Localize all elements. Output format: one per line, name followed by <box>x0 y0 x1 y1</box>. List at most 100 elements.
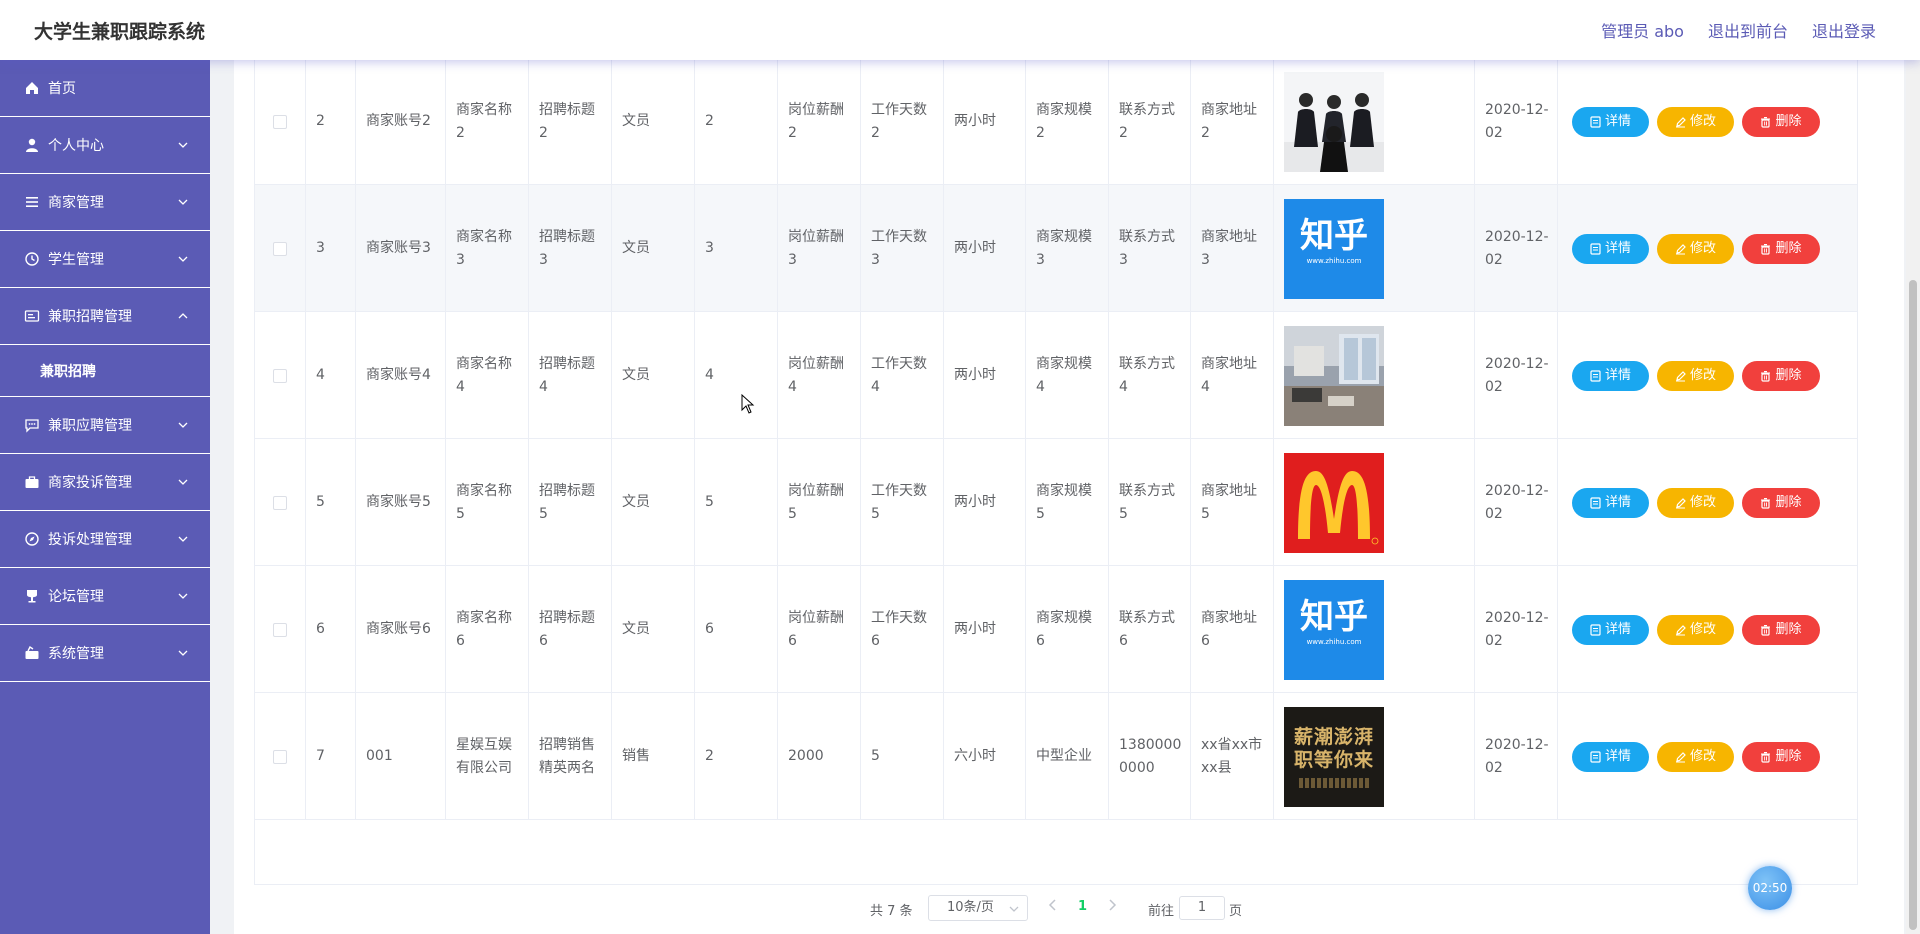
cell-scale: 商家规模 3 <box>1026 185 1109 312</box>
cell-salary-text: 岗位薪酬 4 <box>788 355 844 395</box>
cell-days: 5 <box>861 693 944 820</box>
sidebar-item-4[interactable]: 兼职招聘管理 <box>0 288 210 345</box>
row-checkbox[interactable] <box>273 622 287 637</box>
detail-button[interactable]: 详情 <box>1572 360 1649 391</box>
sidebar-item-9[interactable]: 系统管理 <box>0 625 210 682</box>
cell-title: 招聘标题 3 <box>529 185 612 312</box>
delete-button-label: 删除 <box>1775 241 1802 256</box>
cell-title: 招聘销售 精英两名 <box>529 693 612 820</box>
detail-button[interactable]: 详情 <box>1572 614 1649 645</box>
sidebar-item-label: 兼职应聘管理 <box>48 418 132 434</box>
sidebar-item-6[interactable]: 商家投诉管理 <box>0 454 210 511</box>
cell-count-text: 2 <box>705 113 714 129</box>
pencil-icon <box>1675 370 1686 381</box>
page-size-select[interactable]: 10条/页 <box>928 895 1028 921</box>
document-icon <box>1590 623 1601 636</box>
trash-icon <box>1761 243 1771 255</box>
cell-actions: 详情 修改 删除 <box>1558 566 1857 693</box>
detail-button[interactable]: 详情 <box>1572 487 1649 518</box>
delete-button[interactable]: 删除 <box>1742 233 1820 264</box>
cell-date-text: 2020-12- 02 <box>1485 228 1549 268</box>
goto-page-input[interactable]: 1 <box>1179 896 1225 920</box>
row-checkbox[interactable] <box>273 114 287 129</box>
sidebar-item-8[interactable]: 论坛管理 <box>0 568 210 625</box>
cell-scale-text: 商家规模 3 <box>1036 228 1092 268</box>
cell-days-text: 工作天数 3 <box>871 228 927 268</box>
cell-address-text: 商家地址 5 <box>1201 482 1257 522</box>
row-checkbox[interactable] <box>273 241 287 256</box>
cell-date-text: 2020-12- 02 <box>1485 482 1549 522</box>
cell-name: 商家名称 4 <box>446 312 529 439</box>
chevron-down-icon <box>178 536 188 542</box>
row-checkbox[interactable] <box>273 495 287 510</box>
cell-position-text: 文员 <box>622 367 650 383</box>
home-icon <box>24 80 40 96</box>
cell-name: 商家名称 6 <box>446 566 529 693</box>
sidebar-item-0[interactable]: 首页 <box>0 60 210 117</box>
cell-scale: 商家规模 4 <box>1026 312 1109 439</box>
cell-salary: 2000 <box>778 693 861 820</box>
scrollbar-thumb[interactable] <box>1909 280 1917 930</box>
cell-title: 招聘标题 6 <box>529 566 612 693</box>
cell-scale-text: 商家规模 5 <box>1036 482 1092 522</box>
delete-button[interactable]: 删除 <box>1742 106 1820 137</box>
delete-button[interactable]: 删除 <box>1742 741 1820 772</box>
row-checkbox[interactable] <box>273 749 287 764</box>
sidebar-item-7[interactable]: 投诉处理管理 <box>0 511 210 568</box>
card-icon <box>24 308 40 324</box>
cell-position: 文员 <box>612 566 695 693</box>
edit-button[interactable]: 修改 <box>1657 233 1734 264</box>
page-number-current[interactable]: 1 <box>1078 899 1087 914</box>
sidebar-item-3[interactable]: 学生管理 <box>0 231 210 288</box>
cell-date: 2020-12- 02 <box>1475 439 1558 566</box>
goto-label: 前往 <box>1148 904 1175 919</box>
table-row: 4 商家账号4 商家名称 4 招聘标题 4 文员 4 岗位薪酬 4 工作天数 4 两小时 商家规模… <box>255 312 1857 439</box>
edit-button[interactable]: 修改 <box>1657 614 1734 645</box>
cell-account-text: 商家账号4 <box>366 367 431 383</box>
exit-to-front-link[interactable]: 退出到前台 <box>1708 18 1788 42</box>
delete-button[interactable]: 删除 <box>1742 614 1820 645</box>
cell-name: 商家名称 3 <box>446 185 529 312</box>
sidebar-item-5[interactable]: 兼职应聘管理 <box>0 397 210 454</box>
cell-count: 3 <box>695 185 778 312</box>
document-icon <box>1590 750 1601 763</box>
cell-date-text: 2020-12- 02 <box>1485 355 1549 395</box>
cell-salary-text: 岗位薪酬 3 <box>788 228 844 268</box>
admin-label[interactable]: 管理员 abo <box>1601 18 1684 42</box>
page-scrollbar[interactable] <box>1906 0 1920 934</box>
edit-button[interactable]: 修改 <box>1657 741 1734 772</box>
mcdonalds-logo[interactable] <box>1284 452 1384 553</box>
cell-account: 001 <box>356 693 446 820</box>
cell-scale: 商家规模 5 <box>1026 439 1109 566</box>
submenu-item-parttime-recruit[interactable]: 兼职招聘 <box>0 345 210 397</box>
edit-button[interactable]: 修改 <box>1657 487 1734 518</box>
next-page-button[interactable] <box>1107 899 1117 915</box>
detail-button[interactable]: 详情 <box>1572 741 1649 772</box>
table-row: 3 商家账号3 商家名称 3 招聘标题 3 文员 3 岗位薪酬 3 工作天数 3 两小时 商家规模… <box>255 185 1857 312</box>
page-suffix: 页 <box>1229 904 1243 919</box>
edit-button[interactable]: 修改 <box>1657 106 1734 137</box>
detail-button[interactable]: 详情 <box>1572 106 1649 137</box>
cell-name-text: 商家名称 3 <box>456 228 512 268</box>
delete-button[interactable]: 删除 <box>1742 360 1820 391</box>
user-icon <box>24 137 40 153</box>
row-checkbox[interactable] <box>273 368 287 383</box>
recruitment-poster[interactable]: 薪潮澎湃 职等你来 <box>1284 706 1384 807</box>
logout-link[interactable]: 退出登录 <box>1812 18 1876 42</box>
delete-button[interactable]: 删除 <box>1742 487 1820 518</box>
office-room-photo[interactable] <box>1284 325 1384 426</box>
clock-widget[interactable]: 02:50 <box>1748 866 1792 910</box>
cell-days: 工作天数 3 <box>861 185 944 312</box>
sidebar-item-2[interactable]: 商家管理 <box>0 174 210 231</box>
cell-image: 知乎 www.zhihu.com <box>1274 185 1475 312</box>
prev-page-button[interactable] <box>1048 899 1058 915</box>
zhihu-logo[interactable]: 知乎 www.zhihu.com <box>1284 579 1384 680</box>
business-meeting-photo[interactable] <box>1284 71 1384 172</box>
sidebar-item-1[interactable]: 个人中心 <box>0 117 210 174</box>
cell-image <box>1274 439 1475 566</box>
cell-account-text: 商家账号6 <box>366 621 431 637</box>
zhihu-logo[interactable]: 知乎 www.zhihu.com <box>1284 198 1384 299</box>
detail-button[interactable]: 详情 <box>1572 233 1649 264</box>
cell-salary: 岗位薪酬 6 <box>778 566 861 693</box>
edit-button[interactable]: 修改 <box>1657 360 1734 391</box>
